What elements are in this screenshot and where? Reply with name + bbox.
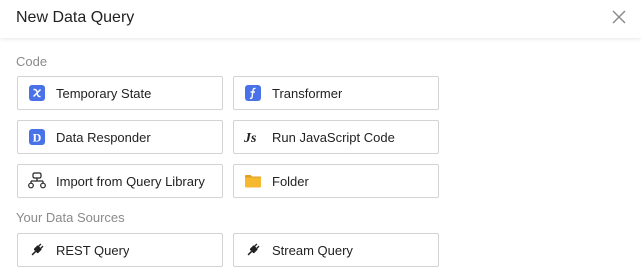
temporary-state-button[interactable]: Temporary State [17,76,223,110]
svg-text:D: D [33,131,42,145]
new-data-query-dialog: New Data Query Code Temporary State Tran… [0,0,641,276]
temporary-state-label: Temporary State [56,85,152,101]
folder-label: Folder [272,173,309,189]
run-javascript-label: Run JavaScript Code [272,129,395,145]
close-icon[interactable] [611,9,627,25]
transformer-label: Transformer [272,85,343,101]
rest-query-label: REST Query [56,242,130,258]
plug-icon [28,241,46,259]
plug-icon [244,241,262,259]
data-responder-label: Data Responder [56,129,151,145]
import-query-library-button[interactable]: Import from Query Library [17,164,223,198]
section-label-data-sources: Your Data Sources [16,210,125,225]
folder-button[interactable]: Folder [233,164,439,198]
dialog-header: New Data Query [0,0,641,38]
transformer-button[interactable]: Transformer [233,76,439,110]
rest-query-button[interactable]: REST Query [17,233,223,267]
function-f-icon [244,84,262,102]
data-responder-button[interactable]: D Data Responder [17,120,223,154]
stream-query-label: Stream Query [272,242,353,258]
network-share-icon [28,172,46,190]
d-letter-icon: D [28,128,46,146]
variable-x-icon [28,84,46,102]
stream-query-button[interactable]: Stream Query [233,233,439,267]
svg-text:Js: Js [244,131,257,145]
javascript-icon: Js [244,128,262,146]
import-query-library-label: Import from Query Library [56,173,205,189]
folder-icon [244,172,262,190]
dialog-title: New Data Query [16,9,135,26]
run-javascript-button[interactable]: Js Run JavaScript Code [233,120,439,154]
section-label-code: Code [16,54,48,69]
